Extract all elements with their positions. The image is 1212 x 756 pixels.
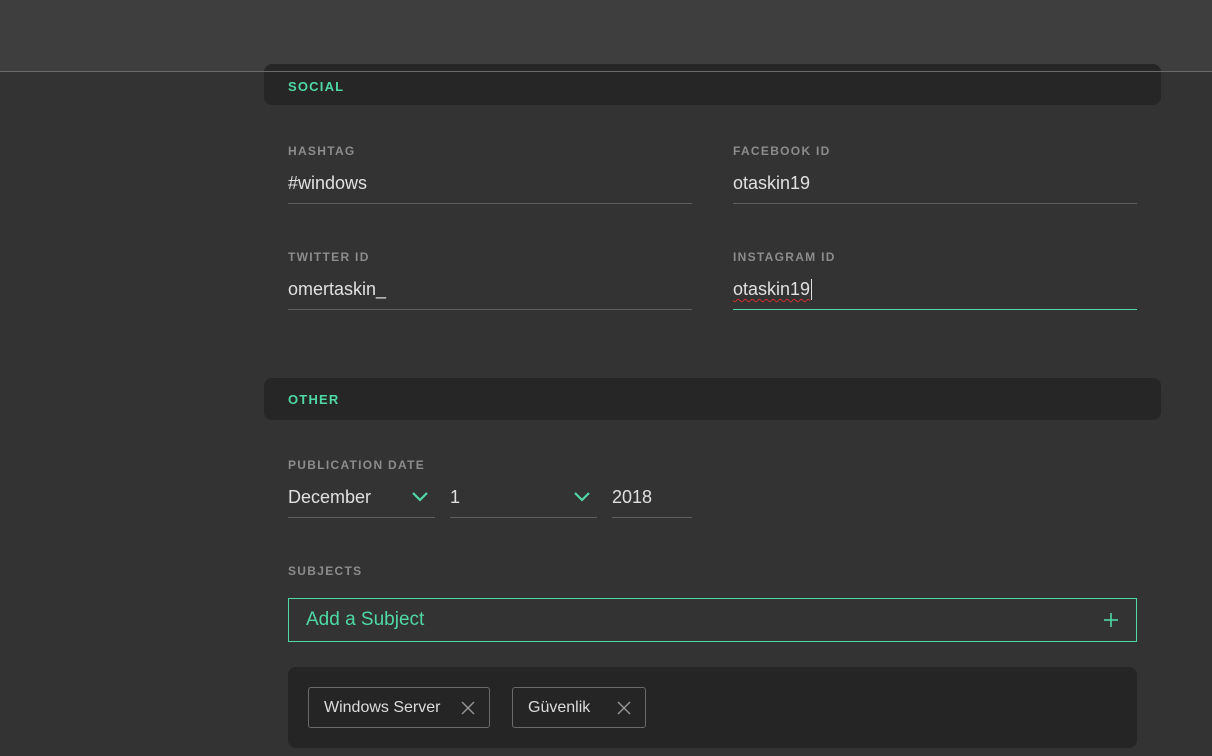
close-icon[interactable] (461, 701, 475, 715)
avatar-head (1138, 22, 1148, 32)
hashtag-input[interactable]: #windows (288, 164, 692, 204)
exit-admin-mode-button[interactable]: EXIT ADMIN MODE (919, 21, 1070, 44)
subject-tags-container: Windows Server Güvenlik (288, 667, 1137, 748)
hashtag-label: HASHTAG (288, 144, 356, 158)
subject-tag: Windows Server (308, 687, 490, 728)
instagram-id-input[interactable]: otaskin19 (733, 270, 1137, 310)
month-select[interactable]: December (288, 478, 435, 518)
text-caret (811, 279, 813, 300)
plus-icon[interactable] (1104, 613, 1118, 627)
chevron-down-icon (412, 492, 428, 502)
avatar-icon[interactable] (1125, 15, 1161, 51)
section-header-social: SOCIAL (264, 64, 1161, 105)
facebook-id-label: FACEBOOK ID (733, 144, 831, 158)
add-subject-input[interactable]: Add a Subject (288, 598, 1137, 642)
twitter-id-input[interactable]: omertaskin_ (288, 270, 692, 310)
close-icon[interactable] (617, 701, 631, 715)
instagram-id-label: INSTAGRAM ID (733, 250, 836, 264)
nav-records[interactable]: Records (275, 25, 335, 43)
twitter-id-value: omertaskin_ (288, 279, 387, 299)
section-title-social: SOCIAL (288, 79, 345, 94)
twitter-id-label: TWITTER ID (288, 250, 370, 264)
chevron-down-icon (574, 492, 590, 502)
avatar-body (1134, 34, 1152, 50)
section-title-other: OTHER (288, 391, 340, 407)
section-header-other: OTHER (264, 378, 1161, 420)
subjects-label: SUBJECTS (288, 564, 363, 578)
hashtag-value: #windows (288, 173, 368, 193)
subject-tag: Güvenlik (512, 687, 646, 728)
month-value: December (288, 487, 372, 507)
year-value: 2018 (612, 487, 653, 507)
day-value: 1 (450, 487, 461, 507)
subject-tag-label: Windows Server (324, 698, 441, 716)
main-nav: Dashboard Projects Records Settings (89, 0, 442, 68)
facebook-id-input[interactable]: otaskin19 (733, 164, 1137, 204)
facebook-id-value: otaskin19 (733, 173, 811, 193)
subject-tag-label: Güvenlik (528, 698, 591, 716)
nav-dashboard[interactable]: Dashboard (89, 25, 167, 43)
nav-projects[interactable]: Projects (192, 25, 250, 43)
publication-date-label: PUBLICATION DATE (288, 458, 426, 472)
add-subject-placeholder: Add a Subject (306, 609, 425, 630)
instagram-id-value: otaskin19 (733, 279, 811, 299)
logo-icon[interactable] (28, 16, 62, 50)
top-navigation-bar: Dashboard Projects Records Settings EXIT… (0, 0, 1212, 72)
nav-settings[interactable]: Settings (360, 25, 418, 43)
year-input[interactable]: 2018 (612, 478, 692, 518)
day-select[interactable]: 1 (450, 478, 597, 518)
